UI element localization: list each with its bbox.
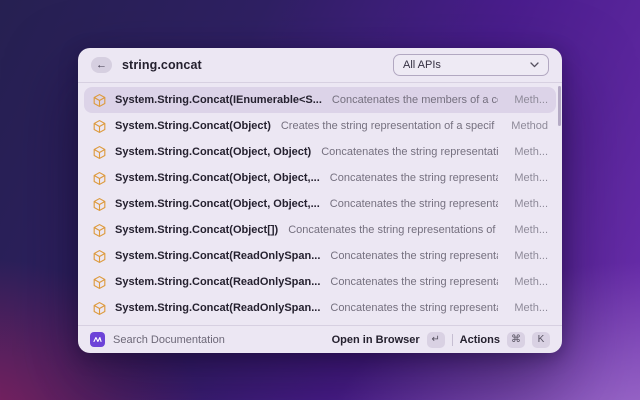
result-row[interactable]: System.String.Concat(Object, Object,... … [84,165,556,191]
result-type: Meth... [514,302,548,314]
result-title: System.String.Concat(Object[]) [115,224,279,236]
desktop-background: { "search": { "query": "string.concat", … [0,0,640,400]
api-filter-dropdown[interactable]: All APIs [393,54,549,76]
result-description: Concatenates the members of a constructe… [331,94,498,106]
extension-label: Search Documentation [113,333,225,346]
package-cube-icon [92,171,107,186]
result-type: Meth... [514,146,548,158]
extension-icon [90,332,105,347]
package-cube-icon [92,301,107,316]
result-title: System.String.Concat(Object, Object) [115,146,312,158]
scrollbar-thumb[interactable] [558,86,561,126]
result-row[interactable]: System.String.Concat(Object, Object) Con… [84,139,556,165]
result-type: Method [511,120,548,132]
result-row[interactable]: System.String.Concat(ReadOnlySpan... Con… [84,295,556,321]
k-key-badge: K [532,331,550,348]
result-title: System.String.Concat(Object) [115,120,271,132]
result-title: System.String.Concat(IEnumerable<S... [115,94,322,106]
result-row[interactable]: System.String.Concat(Object[]) Concatena… [84,217,556,243]
package-cube-icon [92,223,107,238]
footer-vertical-divider [451,333,453,346]
result-description: Creates the string representation of a s… [280,120,495,132]
result-description: Concatenates the string representations … [329,172,499,184]
enter-key-badge: ↵ [426,331,445,348]
result-row[interactable]: System.String.Concat(ReadOnlySpan... Con… [84,243,556,269]
result-title: System.String.Concat(ReadOnlySpan... [115,250,321,262]
back-arrow-icon: ← [96,58,107,71]
result-type: Meth... [514,172,548,184]
result-type: Meth... [514,250,548,262]
result-type: Meth... [514,94,548,106]
package-cube-icon [92,275,107,290]
result-type: Meth... [514,198,548,210]
package-cube-icon [92,93,107,108]
result-title: System.String.Concat(Object, Object,... [115,198,320,210]
result-row[interactable]: System.String.Concat(ReadOnlySpan... Con… [84,269,556,295]
result-title: System.String.Concat(Object, Object,... [115,172,320,184]
result-description: Concatenates the string representations … [330,302,498,314]
result-title: System.String.Concat(ReadOnlySpan... [115,276,321,288]
package-cube-icon [92,197,107,212]
package-cube-icon [92,145,107,160]
result-description: Concatenates the string representations … [321,146,499,158]
result-description: Concatenates the string representations … [288,224,498,236]
result-description: Concatenates the string representations … [329,198,499,210]
package-cube-icon [92,249,107,264]
result-row[interactable]: System.String.Concat(Object, Object,... … [84,191,556,217]
chevron-down-icon [530,62,539,68]
result-list: System.String.Concat(IEnumerable<S... Co… [78,83,562,325]
open-in-browser-button[interactable]: Open in Browser [332,334,420,346]
result-description: Concatenates the string representations … [330,276,498,288]
package-cube-icon [92,119,107,134]
result-row[interactable]: System.String.Concat(Object) Creates the… [84,113,556,139]
actions-button[interactable]: Actions [460,334,500,346]
back-button[interactable]: ← [91,57,112,73]
cmd-key-badge: ⌘ [507,331,525,348]
api-filter-label: All APIs [403,59,441,71]
result-type: Meth... [514,224,548,236]
search-window: ← string.concat All APIs System.String.C… [78,48,562,353]
result-description: Concatenates the string representations … [330,250,498,262]
search-header: ← string.concat All APIs [78,48,562,82]
search-query[interactable]: string.concat [122,58,202,72]
footer-actions: Open in Browser ↵ Actions ⌘ K [332,331,550,348]
footer-bar: Search Documentation Open in Browser ↵ A… [78,326,562,353]
result-row[interactable]: System.String.Concat(IEnumerable<S... Co… [84,87,556,113]
result-type: Meth... [514,276,548,288]
result-title: System.String.Concat(ReadOnlySpan... [115,302,321,314]
